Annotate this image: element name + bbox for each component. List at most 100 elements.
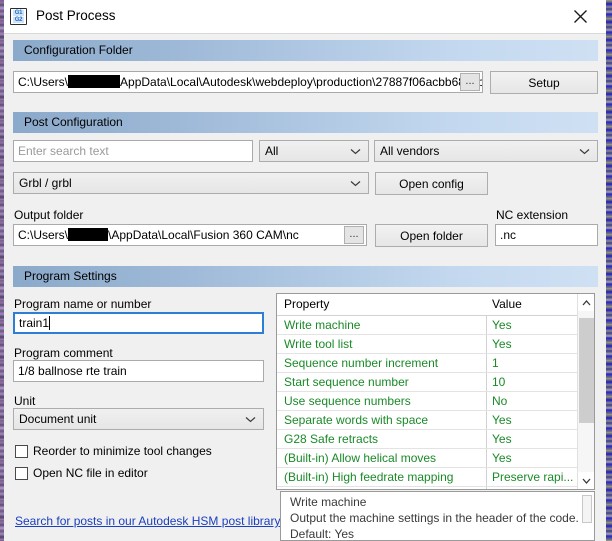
column-header-value: Value [492,297,522,311]
category-filter-value: All [265,144,279,158]
property-name: Sequence number increment [284,356,439,370]
column-header-property: Property [284,297,330,311]
output-path-prefix: C:\Users\ [18,228,69,242]
program-name-input[interactable]: train1​ [13,312,264,334]
property-value: No [492,394,508,408]
chevron-down-icon [350,173,361,193]
chevron-down-icon [579,141,590,161]
open-folder-button[interactable]: Open folder [375,224,488,247]
redaction-bar-username-2 [68,228,109,241]
checkbox-label: Open NC file in editor [33,466,148,480]
scroll-up-button[interactable] [578,294,594,311]
search-input[interactable]: Enter search text [13,140,253,162]
property-value: Preserve rapi... [492,470,574,484]
description-title: Write machine [290,495,367,509]
table-row[interactable]: (Built-in) High feedrate 0 [277,487,594,490]
redaction-bar-username [68,75,121,88]
property-name: (Built-in) High feedrate mapping [284,470,454,484]
property-grid[interactable]: Property Value Write machine Yes Write t… [276,293,595,490]
property-grid-scrollbar[interactable] [577,294,594,489]
program-comment-input[interactable]: 1/8 ballnose rte train [13,360,264,382]
title-bar: G1 G2 Post Process [4,0,606,34]
property-description-panel: Write machine Output the machine setting… [280,491,595,541]
post-configuration-combobox[interactable]: Grbl / grbl [13,172,369,194]
scroll-down-button[interactable] [578,472,594,489]
config-path-suffix: AppData\Local\Autodesk\webdeploy\product… [120,75,483,89]
section-header-configuration-folder: Configuration Folder [13,40,598,61]
chevron-down-icon [350,141,361,161]
property-name: Write machine [284,318,361,332]
checkbox-open-nc-file-in-editor[interactable]: Open NC file in editor [15,466,255,482]
output-path-suffix: \AppData\Local\Fusion 360 CAM\nc [108,228,299,242]
close-icon [573,10,587,23]
category-filter-combobox[interactable]: All [259,140,369,162]
table-row[interactable]: (Built-in) Allow helical moves Yes [277,449,594,468]
post-configuration-value: Grbl / grbl [19,176,72,190]
program-name-value: train1 [19,316,50,330]
checkbox-box[interactable] [15,467,28,480]
program-comment-label: Program comment [14,346,113,360]
post-library-link[interactable]: Search for posts in our Autodesk HSM pos… [15,514,280,528]
table-row[interactable]: G28 Safe retracts Yes [277,430,594,449]
gcode-g1g2-icon: G1 G2 [10,8,27,25]
vendor-filter-combobox[interactable]: All vendors [374,140,598,162]
property-value: 0 [492,489,499,490]
nc-extension-label: NC extension [496,208,569,222]
nc-extension-input[interactable]: .nc [495,224,598,246]
property-value: Yes [492,413,512,427]
vendor-filter-value: All vendors [380,144,440,158]
unit-label: Unit [14,394,36,408]
property-name: Write tool list [284,337,353,351]
table-row[interactable]: Start sequence number 10 [277,373,594,392]
scrollbar-thumb[interactable] [579,318,594,423]
output-folder-browse-button[interactable]: ... [344,226,364,244]
property-value: Yes [492,451,512,465]
table-row[interactable]: Separate words with space Yes [277,411,594,430]
close-button[interactable] [558,0,602,33]
property-name: (Built-in) High feedrate [284,489,404,490]
post-process-dialog: G1 G2 Post Process Configuration Folder … [4,0,606,541]
description-body: Output the machine settings in the heade… [290,511,579,525]
checkbox-reorder-to-minimize-tool-changes[interactable]: Reorder to minimize tool changes [15,444,255,460]
property-name: Start sequence number [284,375,409,389]
description-default: Default: Yes [290,527,355,541]
table-row[interactable]: Use sequence numbers No [277,392,594,411]
output-folder-path-input[interactable]: C:\Users\ \AppData\Local\Fusion 360 CAM\n… [13,224,367,246]
checkbox-label: Reorder to minimize tool changes [33,444,212,458]
output-folder-label: Output folder [14,208,84,222]
open-config-button[interactable]: Open config [375,172,488,195]
property-value: Yes [492,432,512,446]
description-scrollbar[interactable] [581,493,593,539]
config-path-prefix: C:\Users\ [18,75,69,89]
window-title: Post Process [36,8,116,23]
property-value: Yes [492,337,512,351]
chevron-up-icon [582,299,591,305]
property-value: 1 [492,356,499,370]
property-grid-header: Property Value [277,294,594,316]
table-row[interactable]: (Built-in) High feedrate mapping Preserv… [277,468,594,487]
checkbox-box[interactable] [15,445,28,458]
table-row[interactable]: Write tool list Yes [277,335,594,354]
desktop-background-sliver-right [606,0,612,541]
icon-line-1: G1 [13,10,24,16]
property-name: G28 Safe retracts [284,432,379,446]
configuration-folder-path-input[interactable]: C:\Users\ AppData\Local\Autodesk\webdeplo… [13,71,483,93]
chevron-down-icon [245,409,256,429]
unit-value: Document unit [19,412,97,426]
icon-line-2: G2 [13,17,24,23]
unit-combobox[interactable]: Document unit [13,408,264,430]
setup-button[interactable]: Setup [490,71,598,94]
table-row[interactable]: Sequence number increment 1 [277,354,594,373]
property-name: Separate words with space [284,413,429,427]
property-value: Yes [492,318,512,332]
section-header-post-configuration: Post Configuration [13,112,598,133]
program-name-label: Program name or number [14,297,152,311]
scrollbar-thumb[interactable] [582,495,592,523]
property-name: (Built-in) Allow helical moves [284,451,437,465]
property-value: 10 [492,375,506,389]
configuration-folder-browse-button[interactable]: ... [460,73,480,91]
table-row[interactable]: Write machine Yes [277,316,594,335]
desktop-background-sliver-left [0,0,4,541]
section-header-program-settings: Program Settings [13,266,598,287]
chevron-down-icon [582,478,591,484]
